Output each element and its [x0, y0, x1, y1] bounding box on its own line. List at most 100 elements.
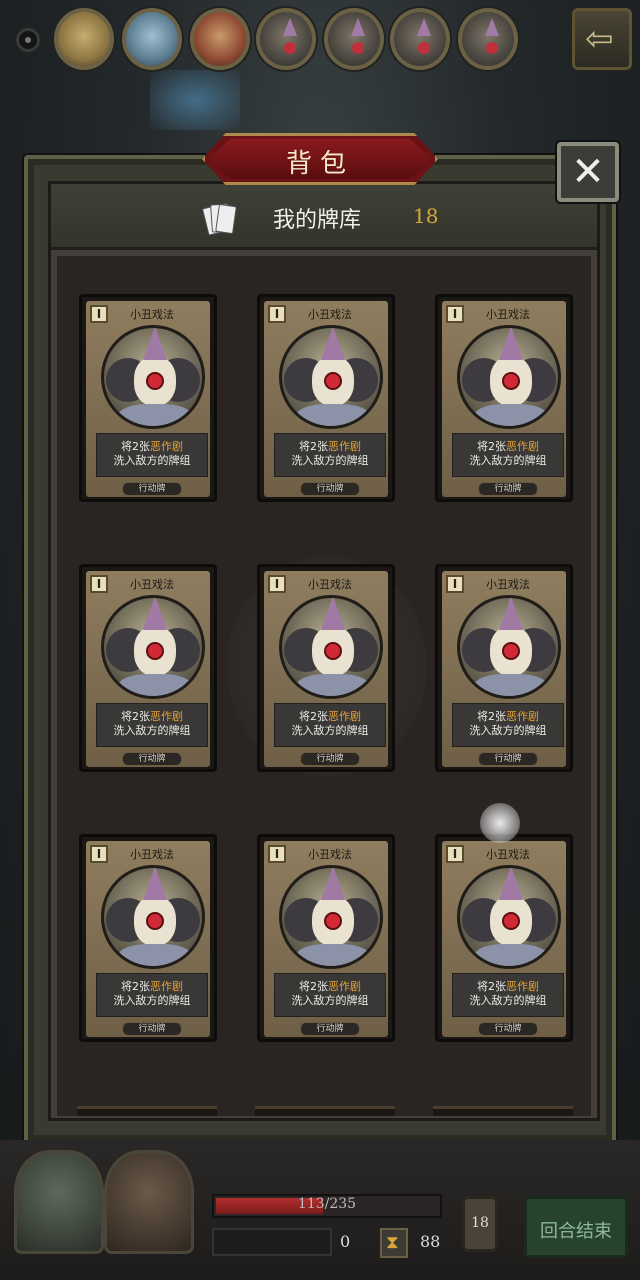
enemy-portrait-3[interactable] [390, 8, 450, 70]
clown-nose-icon [146, 372, 164, 390]
clown-hat-icon [283, 18, 297, 36]
clown-nose-icon [284, 42, 296, 54]
clown-nose-icon [502, 912, 520, 930]
keyword-highlight: 恶作剧 [328, 980, 361, 993]
keyword-highlight: 恶作剧 [506, 710, 539, 723]
back-button[interactable]: ⇦ [572, 8, 632, 70]
hp-text: 113/235 [297, 1196, 357, 1212]
enemy-portrait-4[interactable] [458, 8, 518, 70]
card-frame: 小丑戏法 I 将2张恶作剧 洗入敌方的牌组 行动牌 [442, 841, 566, 1037]
card-frame: 小丑戏法 I 将2张恶作剧 洗入敌方的牌组 行动牌 [86, 301, 210, 497]
card-description: 将2张恶作剧 洗入敌方的牌组 [452, 973, 564, 1017]
clown-art [457, 595, 561, 699]
enemy-portrait-1[interactable] [256, 8, 316, 70]
clown-art [101, 595, 205, 699]
card-cost: I [446, 305, 464, 323]
close-button[interactable]: ✕ [557, 142, 619, 202]
card-item[interactable]: 小丑戏法 I 将2张恶作剧 洗入敌方的牌组 行动牌 [435, 294, 573, 502]
card-grid[interactable]: 小丑戏法 I 将2张恶作剧 洗入敌方的牌组 行动牌 小丑戏法 I 将2张恶作剧 … [57, 256, 591, 1116]
clown-nose-icon [418, 42, 430, 54]
clown-hat-icon [143, 868, 167, 900]
cards-icon [201, 202, 237, 238]
clown-art [457, 865, 561, 969]
clown-hat-icon [143, 328, 167, 360]
card-cost: I [90, 575, 108, 593]
card-item[interactable]: 小丑戏法 I 将2张恶作剧 洗入敌方的牌组 行动牌 [79, 564, 217, 772]
card-frame: 小丑戏法 I 将2张恶作剧 洗入敌方的牌组 行动牌 [86, 841, 210, 1037]
keyword-highlight: 恶作剧 [506, 440, 539, 453]
clown-nose-icon [502, 642, 520, 660]
keyword-highlight: 恶作剧 [150, 980, 183, 993]
card-cost: I [446, 845, 464, 863]
card-type: 行动牌 [478, 482, 538, 496]
card-cost: I [90, 845, 108, 863]
card-cost: I [268, 845, 286, 863]
deck-title: 我的牌库 [273, 208, 362, 233]
party-portrait-3[interactable] [190, 8, 250, 70]
draw-pile-count: 18 [471, 1215, 489, 1231]
party-portrait-2[interactable] [122, 8, 182, 70]
clown-art [101, 325, 205, 429]
card-item[interactable]: 小丑戏法 I 将2张恶作剧 洗入敌方的牌组 行动牌 [257, 834, 395, 1042]
party-portrait-1[interactable] [54, 8, 114, 70]
card-frame: 小丑戏法 I 将2张恶作剧 洗入敌方的牌组 行动牌 [442, 301, 566, 497]
card-description: 将2张恶作剧 洗入敌方的牌组 [274, 433, 386, 477]
clown-hat-icon [321, 598, 345, 630]
partial-card-row [77, 1106, 217, 1116]
partial-card-row [255, 1106, 395, 1116]
clown-nose-icon [146, 642, 164, 660]
block-value: 0 [340, 1232, 351, 1251]
clown-hat-icon [321, 328, 345, 360]
clown-art [457, 325, 561, 429]
keyword-highlight: 恶作剧 [506, 980, 539, 993]
card-description: 将2张恶作剧 洗入敌方的牌组 [96, 973, 208, 1017]
card-type: 行动牌 [122, 752, 182, 766]
card-description: 将2张恶作剧 洗入敌方的牌组 [452, 703, 564, 747]
card-type: 行动牌 [300, 1022, 360, 1036]
card-item[interactable]: 小丑戏法 I 将2张恶作剧 洗入敌方的牌组 行动牌 [435, 564, 573, 772]
page-title: 背包 [285, 149, 354, 179]
hero-portrait[interactable] [14, 1150, 104, 1254]
card-description: 将2张恶作剧 洗入敌方的牌组 [96, 433, 208, 477]
keyword-highlight: 恶作剧 [150, 710, 183, 723]
card-item[interactable]: 小丑戏法 I 将2张恶作剧 洗入敌方的牌组 行动牌 [435, 834, 573, 1042]
keyword-highlight: 恶作剧 [328, 710, 361, 723]
card-item[interactable]: 小丑戏法 I 将2张恶作剧 洗入敌方的牌组 行动牌 [79, 834, 217, 1042]
clown-nose-icon [146, 912, 164, 930]
card-cost: I [446, 575, 464, 593]
card-item[interactable]: 小丑戏法 I 将2张恶作剧 洗入敌方的牌组 行动牌 [257, 564, 395, 772]
title-banner: 背包 [202, 133, 438, 185]
block-bar [212, 1228, 332, 1256]
menu-dot-button[interactable] [16, 28, 40, 52]
companion-portrait[interactable] [104, 1150, 194, 1254]
clown-nose-icon [324, 372, 342, 390]
clown-hat-icon [351, 18, 365, 36]
partial-card-row [433, 1106, 573, 1116]
end-turn-label: 回合结束 [540, 1221, 612, 1242]
card-type: 行动牌 [478, 752, 538, 766]
panel-inner: 我的牌库 18 小丑戏法 I 将2张恶作剧 洗入敌方的牌组 行动牌 小丑戏法 I… [48, 181, 600, 1121]
draw-pile-button[interactable]: 18 [462, 1196, 498, 1252]
enemy-portrait-2[interactable] [324, 8, 384, 70]
end-turn-button[interactable]: 回合结束 [524, 1196, 628, 1258]
clown-hat-icon [417, 18, 431, 36]
card-frame: 小丑戏法 I 将2张恶作剧 洗入敌方的牌组 行动牌 [264, 841, 388, 1037]
touch-indicator [480, 803, 520, 843]
deck-count: 18 [413, 204, 439, 228]
clown-art [279, 865, 383, 969]
card-item[interactable]: 小丑戏法 I 将2张恶作剧 洗入敌方的牌组 行动牌 [257, 294, 395, 502]
keyword-highlight: 恶作剧 [150, 440, 183, 453]
keyword-highlight: 恶作剧 [328, 440, 361, 453]
clown-hat-icon [321, 868, 345, 900]
card-description: 将2张恶作剧 洗入敌方的牌组 [274, 973, 386, 1017]
card-description: 将2张恶作剧 洗入敌方的牌组 [274, 703, 386, 747]
clown-hat-icon [499, 328, 523, 360]
back-arrow-icon: ⇦ [585, 19, 614, 59]
clown-nose-icon [352, 42, 364, 54]
card-type: 行动牌 [478, 1022, 538, 1036]
card-description: 将2张恶作剧 洗入敌方的牌组 [452, 433, 564, 477]
card-item[interactable]: 小丑戏法 I 将2张恶作剧 洗入敌方的牌组 行动牌 [79, 294, 217, 502]
deck-header: 我的牌库 18 [51, 184, 597, 250]
card-frame: 小丑戏法 I 将2张恶作剧 洗入敌方的牌组 行动牌 [264, 571, 388, 767]
clown-hat-icon [499, 598, 523, 630]
